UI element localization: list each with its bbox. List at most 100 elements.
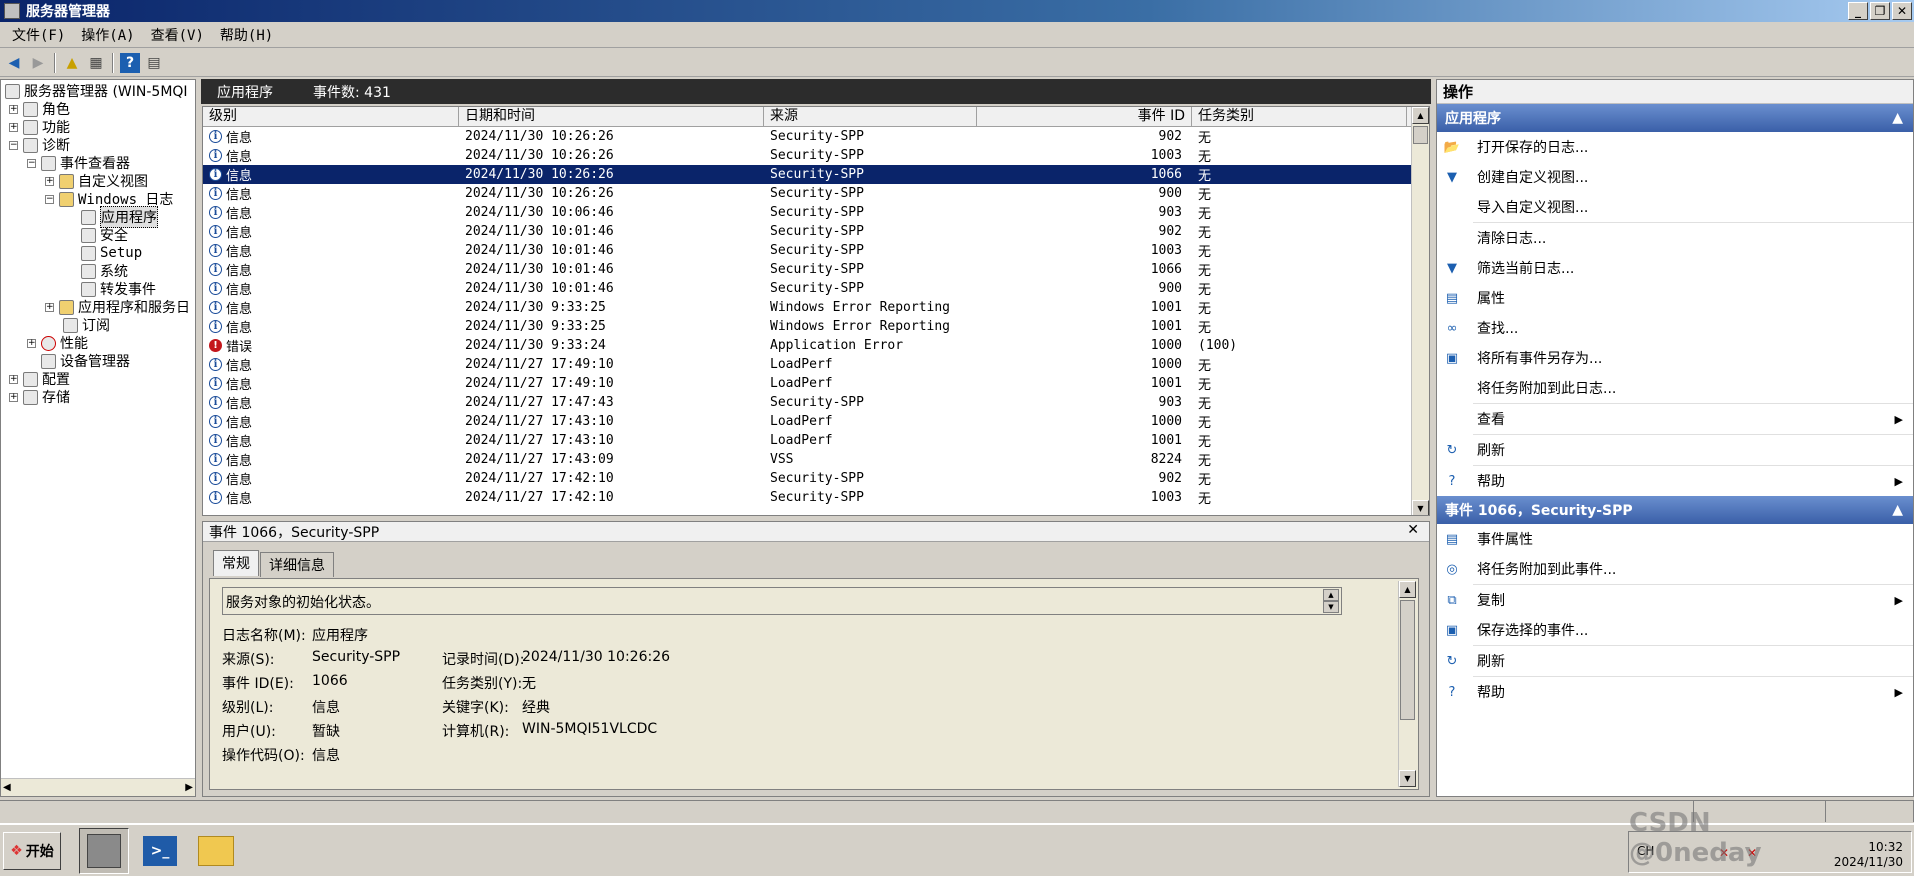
scroll-up-icon[interactable]: ▲ (1412, 107, 1429, 124)
event-description[interactable]: 服务对象的初始化状态。 ▲ ▼ (222, 587, 1342, 615)
table-row[interactable]: i 信息 2024/11/30 10:06:46 Security-SPP 903 无 (203, 203, 1429, 222)
table-row[interactable]: i 信息 2024/11/30 10:26:26 Security-SPP 902 无 (203, 127, 1429, 146)
tree-configuration[interactable]: + 配置 (9, 370, 70, 388)
action-item[interactable]: ⧉ 复制 ▶ (1437, 585, 1913, 615)
actions-section-event[interactable]: 事件 1066，Security-SPP ▲ (1437, 496, 1913, 524)
close-icon[interactable]: ✕ (1407, 522, 1419, 538)
list-vertical-scrollbar[interactable]: ▲ ▼ (1411, 107, 1429, 515)
tree-forwarded-events[interactable]: 转发事件 (81, 280, 156, 298)
action-item[interactable]: 查看 ▶ (1437, 404, 1913, 434)
action-item[interactable]: 将任务附加到此日志... (1437, 373, 1913, 403)
table-row[interactable]: i 信息 2024/11/30 9:33:25 Windows Error Repor… (203, 317, 1429, 336)
tree-device-manager[interactable]: 设备管理器 (41, 352, 130, 370)
scroll-right-icon[interactable]: ▶ (185, 782, 193, 793)
action-item[interactable]: ▤ 属性 (1437, 283, 1913, 313)
description-scroller[interactable]: ▲ ▼ (1323, 589, 1339, 613)
expand-icon[interactable]: + (9, 104, 18, 114)
menu-help[interactable]: 帮助(H) (212, 25, 281, 45)
action-item[interactable]: ▣ 保存选择的事件... (1437, 615, 1913, 645)
collapse-chevron-icon[interactable]: ▲ (1892, 502, 1903, 518)
powershell-icon[interactable]: >_ (135, 828, 185, 874)
expand-icon[interactable]: + (9, 392, 18, 402)
expand-icon[interactable]: + (9, 122, 18, 132)
tree-event-viewer[interactable]: − 事件查看器 (27, 154, 130, 172)
tree-root[interactable]: 服务器管理器 (WIN-5MQI (5, 82, 188, 100)
back-arrow-icon[interactable]: ◀ (4, 53, 24, 73)
detail-vertical-scrollbar[interactable]: ▲ ▼ (1398, 581, 1416, 787)
collapse-icon[interactable]: − (9, 140, 18, 150)
scroll-thumb[interactable] (1400, 600, 1415, 720)
col-event-id[interactable]: 事件 ID (977, 107, 1192, 126)
table-row[interactable]: ! 错误 2024/11/30 9:33:24 Application Error 10… (203, 336, 1429, 355)
forward-arrow-icon[interactable]: ▶ (28, 53, 48, 73)
tree-custom-views[interactable]: + 自定义视图 (45, 172, 148, 190)
scroll-up-icon[interactable]: ▲ (1399, 581, 1416, 598)
expand-icon[interactable]: + (45, 302, 54, 312)
tree-apps-services-logs[interactable]: + 应用程序和服务日 (45, 298, 190, 316)
action-item[interactable]: ◎ 将任务附加到此事件... (1437, 554, 1913, 584)
table-row[interactable]: i 信息 2024/11/27 17:49:10 LoadPerf 1001 无 (203, 374, 1429, 393)
col-source[interactable]: 来源 (764, 107, 977, 126)
tree-roles[interactable]: + 角色 (9, 100, 70, 118)
table-row[interactable]: i 信息 2024/11/30 10:26:26 Security-SPP 900 无 (203, 184, 1429, 203)
scroll-thumb[interactable] (1413, 126, 1428, 144)
table-row[interactable]: i 信息 2024/11/30 10:26:26 Security-SPP 1066 无 (203, 165, 1429, 184)
menu-file[interactable]: 文件(F) (4, 25, 73, 45)
action-item[interactable]: 清除日志... (1437, 223, 1913, 253)
table-row[interactable]: i 信息 2024/11/30 10:26:26 Security-SPP 1003 无 (203, 146, 1429, 165)
menu-action[interactable]: 操作(A) (73, 25, 142, 45)
action-item[interactable]: ↻ 刷新 (1437, 435, 1913, 465)
collapse-chevron-icon[interactable]: ▲ (1892, 110, 1903, 126)
action-item[interactable]: ▼ 创建自定义视图... (1437, 162, 1913, 192)
scroll-left-icon[interactable]: ◀ (3, 782, 11, 793)
action-item[interactable]: 导入自定义视图... (1437, 192, 1913, 222)
tree-system-log[interactable]: 系统 (81, 262, 128, 280)
menu-view[interactable]: 查看(V) (143, 25, 212, 45)
table-row[interactable]: i 信息 2024/11/30 10:01:46 Security-SPP 1066 无 (203, 260, 1429, 279)
tree-features[interactable]: + 功能 (9, 118, 70, 136)
expand-icon[interactable]: + (45, 176, 54, 186)
close-button[interactable]: ✕ (1892, 2, 1912, 20)
scroll-down-icon[interactable]: ▼ (1399, 770, 1416, 787)
server-manager-taskbar-icon[interactable] (79, 827, 129, 874)
scroll-up-icon[interactable]: ▲ (1323, 589, 1339, 601)
folder-icon[interactable] (191, 828, 241, 874)
tree-storage[interactable]: + 存储 (9, 388, 70, 406)
table-row[interactable]: i 信息 2024/11/30 9:33:25 Windows Error Repor… (203, 298, 1429, 317)
tab-details[interactable]: 详细信息 (260, 552, 334, 577)
tree-setup-log[interactable]: Setup (81, 244, 142, 262)
action-item[interactable]: ▼ 筛选当前日志... (1437, 253, 1913, 283)
table-row[interactable]: i 信息 2024/11/27 17:49:10 LoadPerf 1000 无 (203, 355, 1429, 374)
table-row[interactable]: i 信息 2024/11/27 17:42:10 Security-SPP 902 无 (203, 469, 1429, 488)
tree-diagnostics[interactable]: − 诊断 (9, 136, 70, 154)
table-row[interactable]: i 信息 2024/11/27 17:42:10 Security-SPP 1003 无 (203, 488, 1429, 507)
tree-horizontal-scrollbar[interactable]: ◀ ▶ (1, 778, 195, 796)
col-datetime[interactable]: 日期和时间 (459, 107, 764, 126)
scroll-down-icon[interactable]: ▼ (1323, 601, 1339, 613)
show-hide-action-pane-icon[interactable]: ▤ (144, 53, 164, 73)
action-item[interactable]: ? 帮助 ▶ (1437, 677, 1913, 707)
collapse-icon[interactable]: − (45, 194, 54, 204)
restore-button[interactable]: ❐ (1870, 2, 1890, 20)
collapse-icon[interactable]: − (27, 158, 36, 168)
scroll-down-icon[interactable]: ▼ (1412, 500, 1429, 515)
start-button[interactable]: ❖ 开始 (3, 831, 61, 870)
table-row[interactable]: i 信息 2024/11/30 10:01:46 Security-SPP 902 无 (203, 222, 1429, 241)
action-item[interactable]: ? 帮助 ▶ (1437, 466, 1913, 496)
table-row[interactable]: i 信息 2024/11/27 17:43:10 LoadPerf 1001 无 (203, 431, 1429, 450)
action-item[interactable]: ▤ 事件属性 (1437, 524, 1913, 554)
help-icon[interactable]: ? (120, 52, 140, 73)
minimize-button[interactable]: _ (1848, 2, 1868, 20)
tree-security-log[interactable]: 安全 (81, 226, 128, 244)
tab-general[interactable]: 常规 (213, 550, 259, 576)
tree-application-log[interactable]: 应用程序 (81, 206, 158, 228)
table-row[interactable]: i 信息 2024/11/30 10:01:46 Security-SPP 1003 无 (203, 241, 1429, 260)
col-level[interactable]: 级别 (203, 107, 459, 126)
action-item[interactable]: ↻ 刷新 (1437, 646, 1913, 676)
action-item[interactable]: ∞ 查找... (1437, 313, 1913, 343)
table-row[interactable]: i 信息 2024/11/27 17:43:10 LoadPerf 1000 无 (203, 412, 1429, 431)
show-hide-tree-icon[interactable]: ▦ (86, 53, 106, 73)
table-row[interactable]: i 信息 2024/11/27 17:47:43 Security-SPP 903 无 (203, 393, 1429, 412)
table-row[interactable]: i 信息 2024/11/27 17:43:09 VSS 8224 无 (203, 450, 1429, 469)
col-task[interactable]: 任务类别 (1192, 107, 1407, 126)
